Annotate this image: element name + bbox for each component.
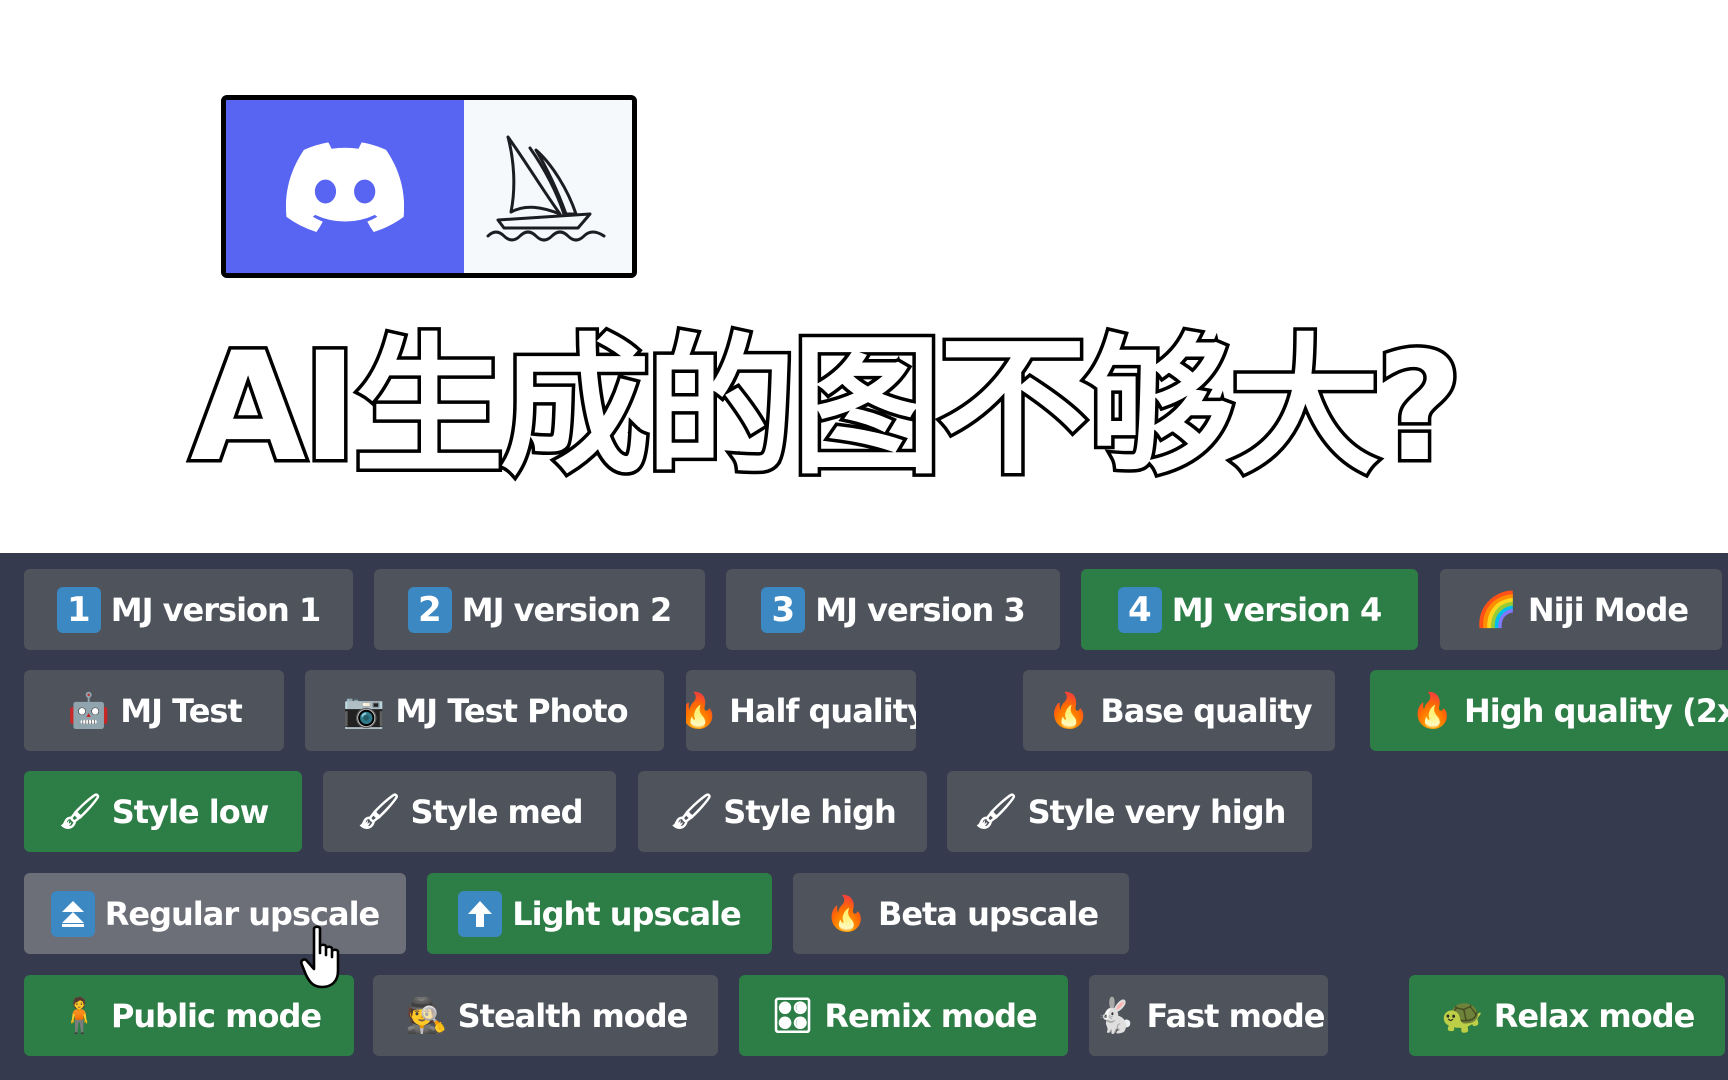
keycap-2-icon: 2 <box>407 586 452 633</box>
turtle-icon: 🐢 <box>1441 995 1483 1036</box>
button-label: High quality (2x c <box>1464 691 1728 730</box>
keycap-4-icon: 4 <box>1117 586 1162 633</box>
button-label: Stealth mode <box>457 996 689 1035</box>
button-label: MJ version 1 <box>110 590 321 629</box>
keycap-digit: 1 <box>56 586 101 633</box>
button-fast-mode[interactable]: 🐇 Fast mode <box>1089 975 1328 1056</box>
button-relax-mode[interactable]: 🐢 Relax mode <box>1409 975 1725 1056</box>
person-standing-icon: 🧍 <box>58 995 100 1036</box>
paintbrush-icon: 🖌 <box>670 791 713 832</box>
button-mj-version-4[interactable]: 4 MJ version 4 <box>1081 569 1418 650</box>
paintbrush-icon: 🖌 <box>58 791 102 832</box>
button-label: Public mode <box>110 996 322 1035</box>
button-high-quality-2x-c[interactable]: 🔥 High quality (2x c <box>1370 670 1728 751</box>
button-light-upscale[interactable]: Light upscale <box>427 873 772 954</box>
button-stealth-mode[interactable]: 🕵 Stealth mode <box>373 975 718 1056</box>
button-label: Beta upscale <box>877 894 1099 933</box>
midjourney-sailboat-icon <box>486 135 606 241</box>
button-label: Light upscale <box>512 894 741 933</box>
control-knobs-icon: 🎛 <box>771 995 814 1036</box>
fire-icon: 🔥 <box>1411 690 1453 731</box>
button-label: Style low <box>111 792 270 831</box>
button-half-quality[interactable]: 🔥 Half quality <box>686 670 916 751</box>
rabbit-icon: 🐇 <box>1093 995 1136 1036</box>
detective-icon: 🕵 <box>404 995 447 1036</box>
fire-icon: 🔥 <box>825 893 867 934</box>
button-mj-test[interactable]: 🤖 MJ Test <box>24 670 284 751</box>
keycap-digit: 2 <box>407 586 452 633</box>
button-beta-upscale[interactable]: 🔥 Beta upscale <box>793 873 1129 954</box>
button-mj-version-1[interactable]: 1 MJ version 1 <box>24 569 353 650</box>
button-mj-test-photo[interactable]: 📷 MJ Test Photo <box>305 670 664 751</box>
fire-icon: 🔥 <box>1047 690 1090 731</box>
headline-title: AI生成的图不够大? <box>187 318 1467 499</box>
keycap-3-icon: 3 <box>761 586 806 633</box>
paintbrush-icon: 🖌 <box>357 791 400 832</box>
keycap-1-icon: 1 <box>56 586 101 633</box>
button-style-med[interactable]: 🖌 Style med <box>323 771 616 852</box>
button-label: MJ Test <box>120 691 243 730</box>
button-label: MJ Test Photo <box>395 691 628 730</box>
up-arrow-icon <box>458 890 503 937</box>
button-remix-mode[interactable]: 🎛 Remix mode <box>739 975 1068 1056</box>
double-up-arrow-icon <box>50 890 95 937</box>
discord-logo <box>226 100 464 273</box>
fire-icon: 🔥 <box>686 690 719 731</box>
discord-logo-icon <box>286 141 404 232</box>
button-label: Niji Mode <box>1527 590 1689 629</box>
button-style-low[interactable]: 🖌 Style low <box>24 771 302 852</box>
pointer-hand-cursor-icon <box>300 925 340 989</box>
button-label: Relax mode <box>1493 996 1696 1035</box>
button-mj-version-2[interactable]: 2 MJ version 2 <box>374 569 705 650</box>
logo-banner <box>221 95 637 278</box>
button-mj-version-3[interactable]: 3 MJ version 3 <box>726 569 1060 650</box>
button-niji-mode[interactable]: 🌈 Niji Mode <box>1440 569 1722 650</box>
arrow-keycap <box>50 890 95 937</box>
keycap-digit: 3 <box>761 586 806 633</box>
button-label: Remix mode <box>824 996 1037 1035</box>
arrow-keycap <box>458 890 503 937</box>
button-label: MJ version 3 <box>815 590 1025 629</box>
button-label: MJ version 4 <box>1171 590 1382 629</box>
button-label: Style med <box>410 792 584 831</box>
button-label: Style very high <box>1027 792 1287 831</box>
button-base-quality[interactable]: 🔥 Base quality <box>1023 670 1335 751</box>
button-label: Style high <box>723 792 896 831</box>
button-label: Fast mode <box>1146 996 1326 1035</box>
rainbow-icon: 🌈 <box>1475 589 1517 630</box>
robot-icon: 🤖 <box>67 690 110 731</box>
button-label: MJ version 2 <box>461 590 672 629</box>
button-label: Half quality <box>729 691 916 730</box>
camera-icon: 📷 <box>342 690 385 731</box>
button-style-high[interactable]: 🖌 Style high <box>638 771 927 852</box>
paintbrush-icon: 🖌 <box>974 791 1018 832</box>
button-label: Base quality <box>1100 691 1312 730</box>
keycap-digit: 4 <box>1117 586 1162 633</box>
midjourney-logo <box>464 100 632 273</box>
button-style-very-high[interactable]: 🖌 Style very high <box>947 771 1312 852</box>
